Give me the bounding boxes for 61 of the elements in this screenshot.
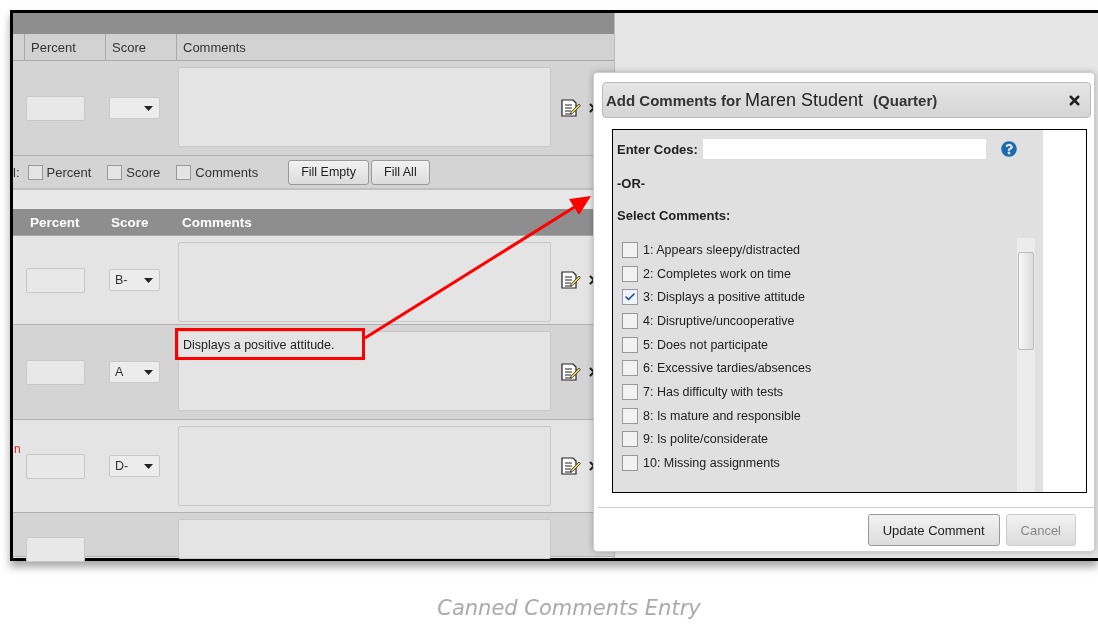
term-label: (Quarter) (873, 91, 938, 109)
edit-note-icon[interactable] (561, 363, 581, 381)
score-select[interactable]: B- (109, 269, 160, 291)
caret-icon (144, 277, 153, 283)
fill-button[interactable]: Fill All (371, 159, 430, 185)
checkbox[interactable] (176, 164, 192, 180)
column-header: Score (110, 213, 150, 232)
column-header: Comments (181, 213, 253, 232)
comment-option[interactable]: 1: Appears sleepy/distracted (643, 242, 801, 257)
comment-option[interactable]: 2: Completes work on time (643, 266, 791, 281)
caret-icon (144, 369, 153, 375)
checkbox[interactable] (622, 455, 638, 472)
fill-label: l: (13, 164, 20, 180)
column-header: Comments (176, 34, 576, 60)
checkbox[interactable] (622, 360, 638, 377)
or-label: -OR- (617, 175, 646, 191)
checkbox[interactable] (27, 164, 43, 180)
comment-option[interactable]: 7: Has difficulty with tests (643, 384, 784, 399)
close-icon[interactable] (1067, 92, 1082, 108)
fill-button[interactable]: Fill Empty (288, 159, 369, 185)
comment-option[interactable]: 9: Is polite/considerate (643, 432, 769, 447)
comment-option[interactable]: 3: Displays a positive attitude (643, 290, 805, 305)
checkbox-label: Score (126, 164, 161, 180)
figure-caption: Canned Comments Entry (436, 596, 702, 620)
checkbox[interactable] (622, 336, 638, 353)
dialog-button[interactable]: Update Comment (867, 514, 1000, 546)
score-select[interactable]: A (109, 361, 160, 383)
checkbox[interactable] (622, 407, 638, 424)
checkbox[interactable] (622, 241, 638, 258)
checkbox[interactable] (622, 289, 638, 306)
checkbox-label: Comments (195, 164, 259, 180)
comment-option[interactable]: 8: Is mature and responsible (643, 408, 801, 423)
checkbox[interactable] (622, 383, 638, 400)
column-header: Percent (29, 213, 81, 232)
edit-note-icon[interactable] (561, 457, 581, 475)
student-name: Maren Student (745, 89, 864, 111)
checkbox[interactable] (622, 312, 638, 329)
edit-note-icon[interactable] (561, 271, 581, 289)
help-icon[interactable] (1000, 141, 1017, 157)
checkbox-label: Percent (46, 164, 92, 180)
comment-option[interactable]: 5: Does not participate (643, 337, 769, 352)
checkbox[interactable] (622, 265, 638, 282)
edit-note-icon[interactable] (561, 99, 581, 117)
caret-icon (144, 463, 153, 469)
comment-option[interactable]: 4: Disruptive/uncooperative (643, 313, 795, 328)
comment-textarea[interactable]: Displays a positive attitude. (178, 331, 551, 411)
scrollbar[interactable] (1017, 238, 1035, 492)
codes-label: Enter Codes: (617, 141, 698, 157)
checkbox[interactable] (107, 164, 123, 180)
comment-text: Displays a positive attitude. (183, 338, 335, 352)
column-header: Score (105, 34, 176, 60)
codes-input[interactable] (701, 138, 987, 160)
select-comments-label: Select Comments: (617, 207, 731, 223)
dialog-title: Add Comments for (606, 91, 741, 109)
comment-option[interactable]: 10: Missing assignments (643, 456, 780, 471)
comment-option[interactable]: 6: Excessive tardies/absences (643, 361, 812, 376)
score-select[interactable]: D- (109, 455, 160, 477)
checkbox[interactable] (622, 431, 638, 448)
score-select[interactable] (109, 97, 160, 119)
caret-icon (144, 105, 153, 111)
column-header: Percent (24, 34, 105, 60)
